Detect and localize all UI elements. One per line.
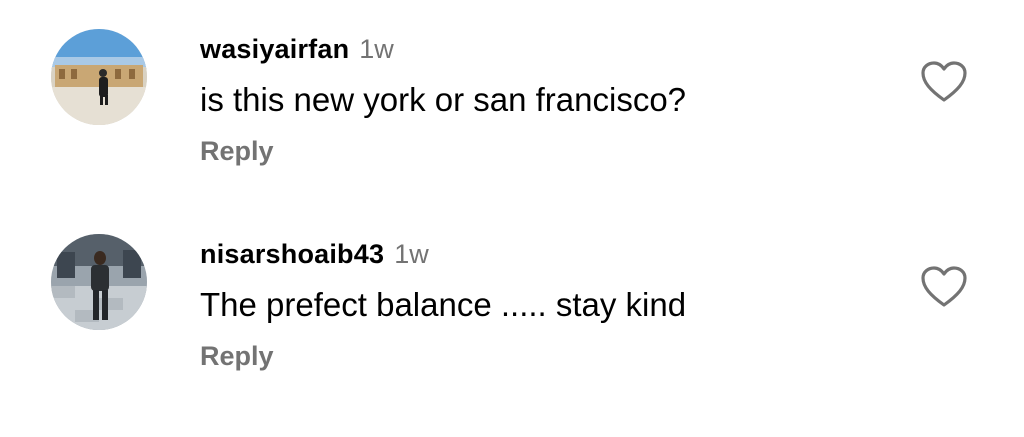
like-button[interactable]	[920, 265, 968, 309]
heart-outline-icon	[921, 266, 967, 307]
reply-button[interactable]: Reply	[200, 136, 274, 167]
comment-time: 1w	[394, 239, 429, 269]
avatar-photo	[51, 234, 147, 330]
comment-meta: wasiyairfan 1w	[200, 34, 394, 68]
avatar[interactable]	[51, 29, 147, 125]
avatar-photo	[51, 29, 147, 125]
comment-item: nisarshoaib43 1w The prefect balance ...…	[0, 205, 1024, 385]
heart-outline-icon	[921, 61, 967, 102]
comment-time: 1w	[359, 34, 394, 64]
avatar[interactable]	[51, 234, 147, 330]
comment-text: The prefect balance ..... stay kind	[200, 286, 687, 323]
username[interactable]: nisarshoaib43	[200, 239, 384, 270]
like-button[interactable]	[920, 60, 968, 104]
username[interactable]: wasiyairfan	[200, 34, 349, 65]
reply-button[interactable]: Reply	[200, 341, 274, 372]
comment-text: is this new york or san francisco?	[200, 81, 687, 118]
comment-meta: nisarshoaib43 1w	[200, 239, 429, 273]
comment-item: wasiyairfan 1w is this new york or san f…	[0, 0, 1024, 180]
